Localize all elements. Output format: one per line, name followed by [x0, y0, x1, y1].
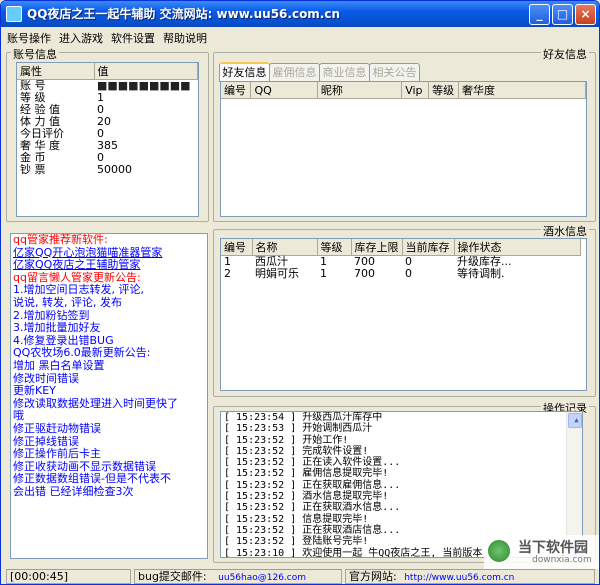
log-line: [ 15:23:52 ] 正在读入软件设置... [224, 457, 401, 469]
wine-id: 2 [224, 267, 231, 280]
friends-table[interactable]: 编号 QQ 昵称 Vip 等级 奢华度 [220, 81, 587, 217]
log-line: [ 15:23:52 ] 雇佣信息提取完毕! [224, 468, 389, 480]
status-bar: [00:00:45] bug提交邮件: uu56hao@126.com 官方网站… [3, 567, 599, 584]
friends-col-luxury[interactable]: 奢华度 [458, 82, 586, 99]
menu-enter-game[interactable]: 进入游戏 [59, 30, 103, 46]
ad-link[interactable]: 亿家QQ夜店之王辅助管家 [13, 259, 207, 272]
ad-line: 3.增加批量加好友 [13, 321, 101, 335]
menu-settings[interactable]: 软件设置 [111, 30, 155, 46]
friends-info-label: 好友信息 [541, 46, 589, 62]
friends-col-vip[interactable]: Vip [401, 82, 430, 99]
bug-label: bug提交邮件: [138, 570, 207, 583]
maximize-icon: □ [556, 7, 569, 21]
bug-email[interactable]: uu56hao@126.com [218, 573, 306, 583]
log-line: [ 15:23:52 ] 开始工作! [224, 434, 349, 446]
wine-info-label: 酒水信息 [541, 223, 589, 239]
tab-hire[interactable]: 雇佣信息 [269, 63, 320, 81]
status-bug-panel: bug提交邮件: uu56hao@126.com [134, 569, 342, 584]
ad-line: 更新KEY [13, 384, 56, 398]
window-title: QQ夜店之王一起牛辅助 交流网站: www.uu56.com.cn [27, 7, 341, 21]
close-icon: × [580, 7, 591, 21]
status-site-panel: 官方网站: http://www.uu56.com.cn [345, 569, 595, 584]
menu-help[interactable]: 帮助说明 [163, 30, 207, 46]
app-icon [6, 6, 22, 22]
account-info-label: 账号信息 [11, 46, 59, 62]
site-label: 官方网站: [349, 570, 397, 583]
friends-col-level[interactable]: 等级 [428, 82, 460, 99]
log-line: [ 15:23:52 ] 酒水信息提取完毕! [224, 491, 389, 503]
watermark-name: 当下软件园 [518, 540, 588, 556]
status-timer: [00:00:45] [6, 569, 131, 584]
attr-value: 385 [97, 139, 118, 152]
table-row[interactable]: 2 明娟可乐 1 700 0 等待调制. [221, 268, 580, 280]
account-col-value[interactable]: 值 [94, 63, 198, 80]
close-button[interactable]: × [575, 4, 596, 25]
announcement-panel[interactable]: qq管家推荐新软件: 亿家QQ开心泡泡猫喵准器管家 亿家QQ夜店之王辅助管家 q… [10, 233, 208, 559]
friends-col-nick[interactable]: 昵称 [317, 82, 403, 99]
ad-line: 修正数据数组错误-但是不代表不 [13, 472, 171, 486]
log-line: [ 15:23:54 ] 升级西瓜汁库存中 [224, 412, 383, 423]
tab-notice[interactable]: 相关公告 [369, 63, 420, 81]
tab-friends[interactable]: 好友信息 [219, 62, 270, 82]
wine-stock: 0 [405, 267, 412, 280]
ad-line: 说说, 转发, 评论, 发布 [13, 295, 122, 309]
watermark: 当下软件园 downxia.com [484, 535, 599, 569]
app-window: QQ夜店之王一起牛辅助 交流网站: www.uu56.com.cn _ □ × … [0, 0, 600, 585]
wine-col-id[interactable]: 编号 [221, 239, 253, 256]
wine-col-level[interactable]: 等级 [317, 239, 352, 256]
attr-value: 20 [97, 115, 111, 128]
log-line: [ 15:23:52 ] 正在获取酒水信息... [224, 502, 401, 514]
account-table[interactable]: 属性 值 账 号 ■■■■■■■■■ 等 级1 经 验 值0 体 力 值 20 今日… [16, 62, 199, 217]
attr-value: 1 [97, 91, 104, 104]
scroll-up-icon[interactable]: ▲ [568, 413, 582, 428]
log-line: [ 15:23:52 ] 正在获取雇佣信息... [224, 479, 401, 491]
wine-cap: 700 [354, 267, 375, 280]
minimize-button[interactable]: _ [529, 4, 550, 25]
friends-col-qq[interactable]: QQ [250, 82, 318, 99]
log-line: [ 15:23:52 ] 信息提取完毕! [224, 513, 369, 525]
ad-line: 增加 黑白名单设置 [13, 358, 105, 372]
ad-line: qq管家推荐新软件: [13, 233, 108, 246]
ad-line: 修改读取数据处理进入时间更快了 [13, 396, 178, 410]
friends-tabs: 好友信息 雇佣信息 商业信息 相关公告 [219, 62, 591, 83]
wine-table[interactable]: 编号 名称 等级 库存上限 当前库存 操作状态 1 西瓜汁 1 700 0 升级… [220, 238, 587, 391]
wine-level: 1 [320, 267, 327, 280]
watermark-url: downxia.com [532, 555, 592, 565]
site-link[interactable]: http://www.uu56.com.cn [404, 573, 514, 583]
wine-name: 明娟可乐 [255, 267, 299, 280]
wine-col-stock[interactable]: 当前库存 [402, 239, 455, 256]
account-col-attr[interactable]: 属性 [17, 63, 95, 80]
minimize-icon: _ [536, 7, 543, 21]
wine-col-name[interactable]: 名称 [252, 239, 318, 256]
menu-bar: 账号操作 进入游戏 软件设置 帮助说明 [3, 27, 599, 46]
ad-line: 修正驱赶动物错误 [13, 421, 101, 435]
ad-line: 修正操作前后卡主 [13, 447, 101, 461]
attr-value: ■■■■■■■■■ [97, 79, 191, 92]
friends-col-id[interactable]: 编号 [221, 82, 252, 99]
table-row[interactable]: 钞 票 50000 [17, 164, 198, 176]
wine-col-cap[interactable]: 库存上限 [351, 239, 403, 256]
tab-business[interactable]: 商业信息 [319, 63, 370, 81]
title-bar[interactable]: QQ夜店之王一起牛辅助 交流网站: www.uu56.com.cn _ □ × [1, 1, 599, 27]
attr-name: 钞 票 [20, 163, 46, 176]
wine-col-status[interactable]: 操作状态 [454, 239, 581, 256]
log-line: [ 15:23:52 ] 完成软件设置! [224, 445, 369, 457]
menu-account[interactable]: 账号操作 [7, 30, 51, 46]
ad-line: 会出错 已经详细检查3次 [13, 484, 134, 498]
maximize-button[interactable]: □ [552, 4, 573, 25]
wine-status: 等待调制. [457, 267, 505, 280]
attr-value: 50000 [97, 163, 132, 176]
log-line: [ 15:23:53 ] 开始调制西瓜汁 [224, 423, 373, 435]
watermark-logo-icon [486, 538, 512, 564]
